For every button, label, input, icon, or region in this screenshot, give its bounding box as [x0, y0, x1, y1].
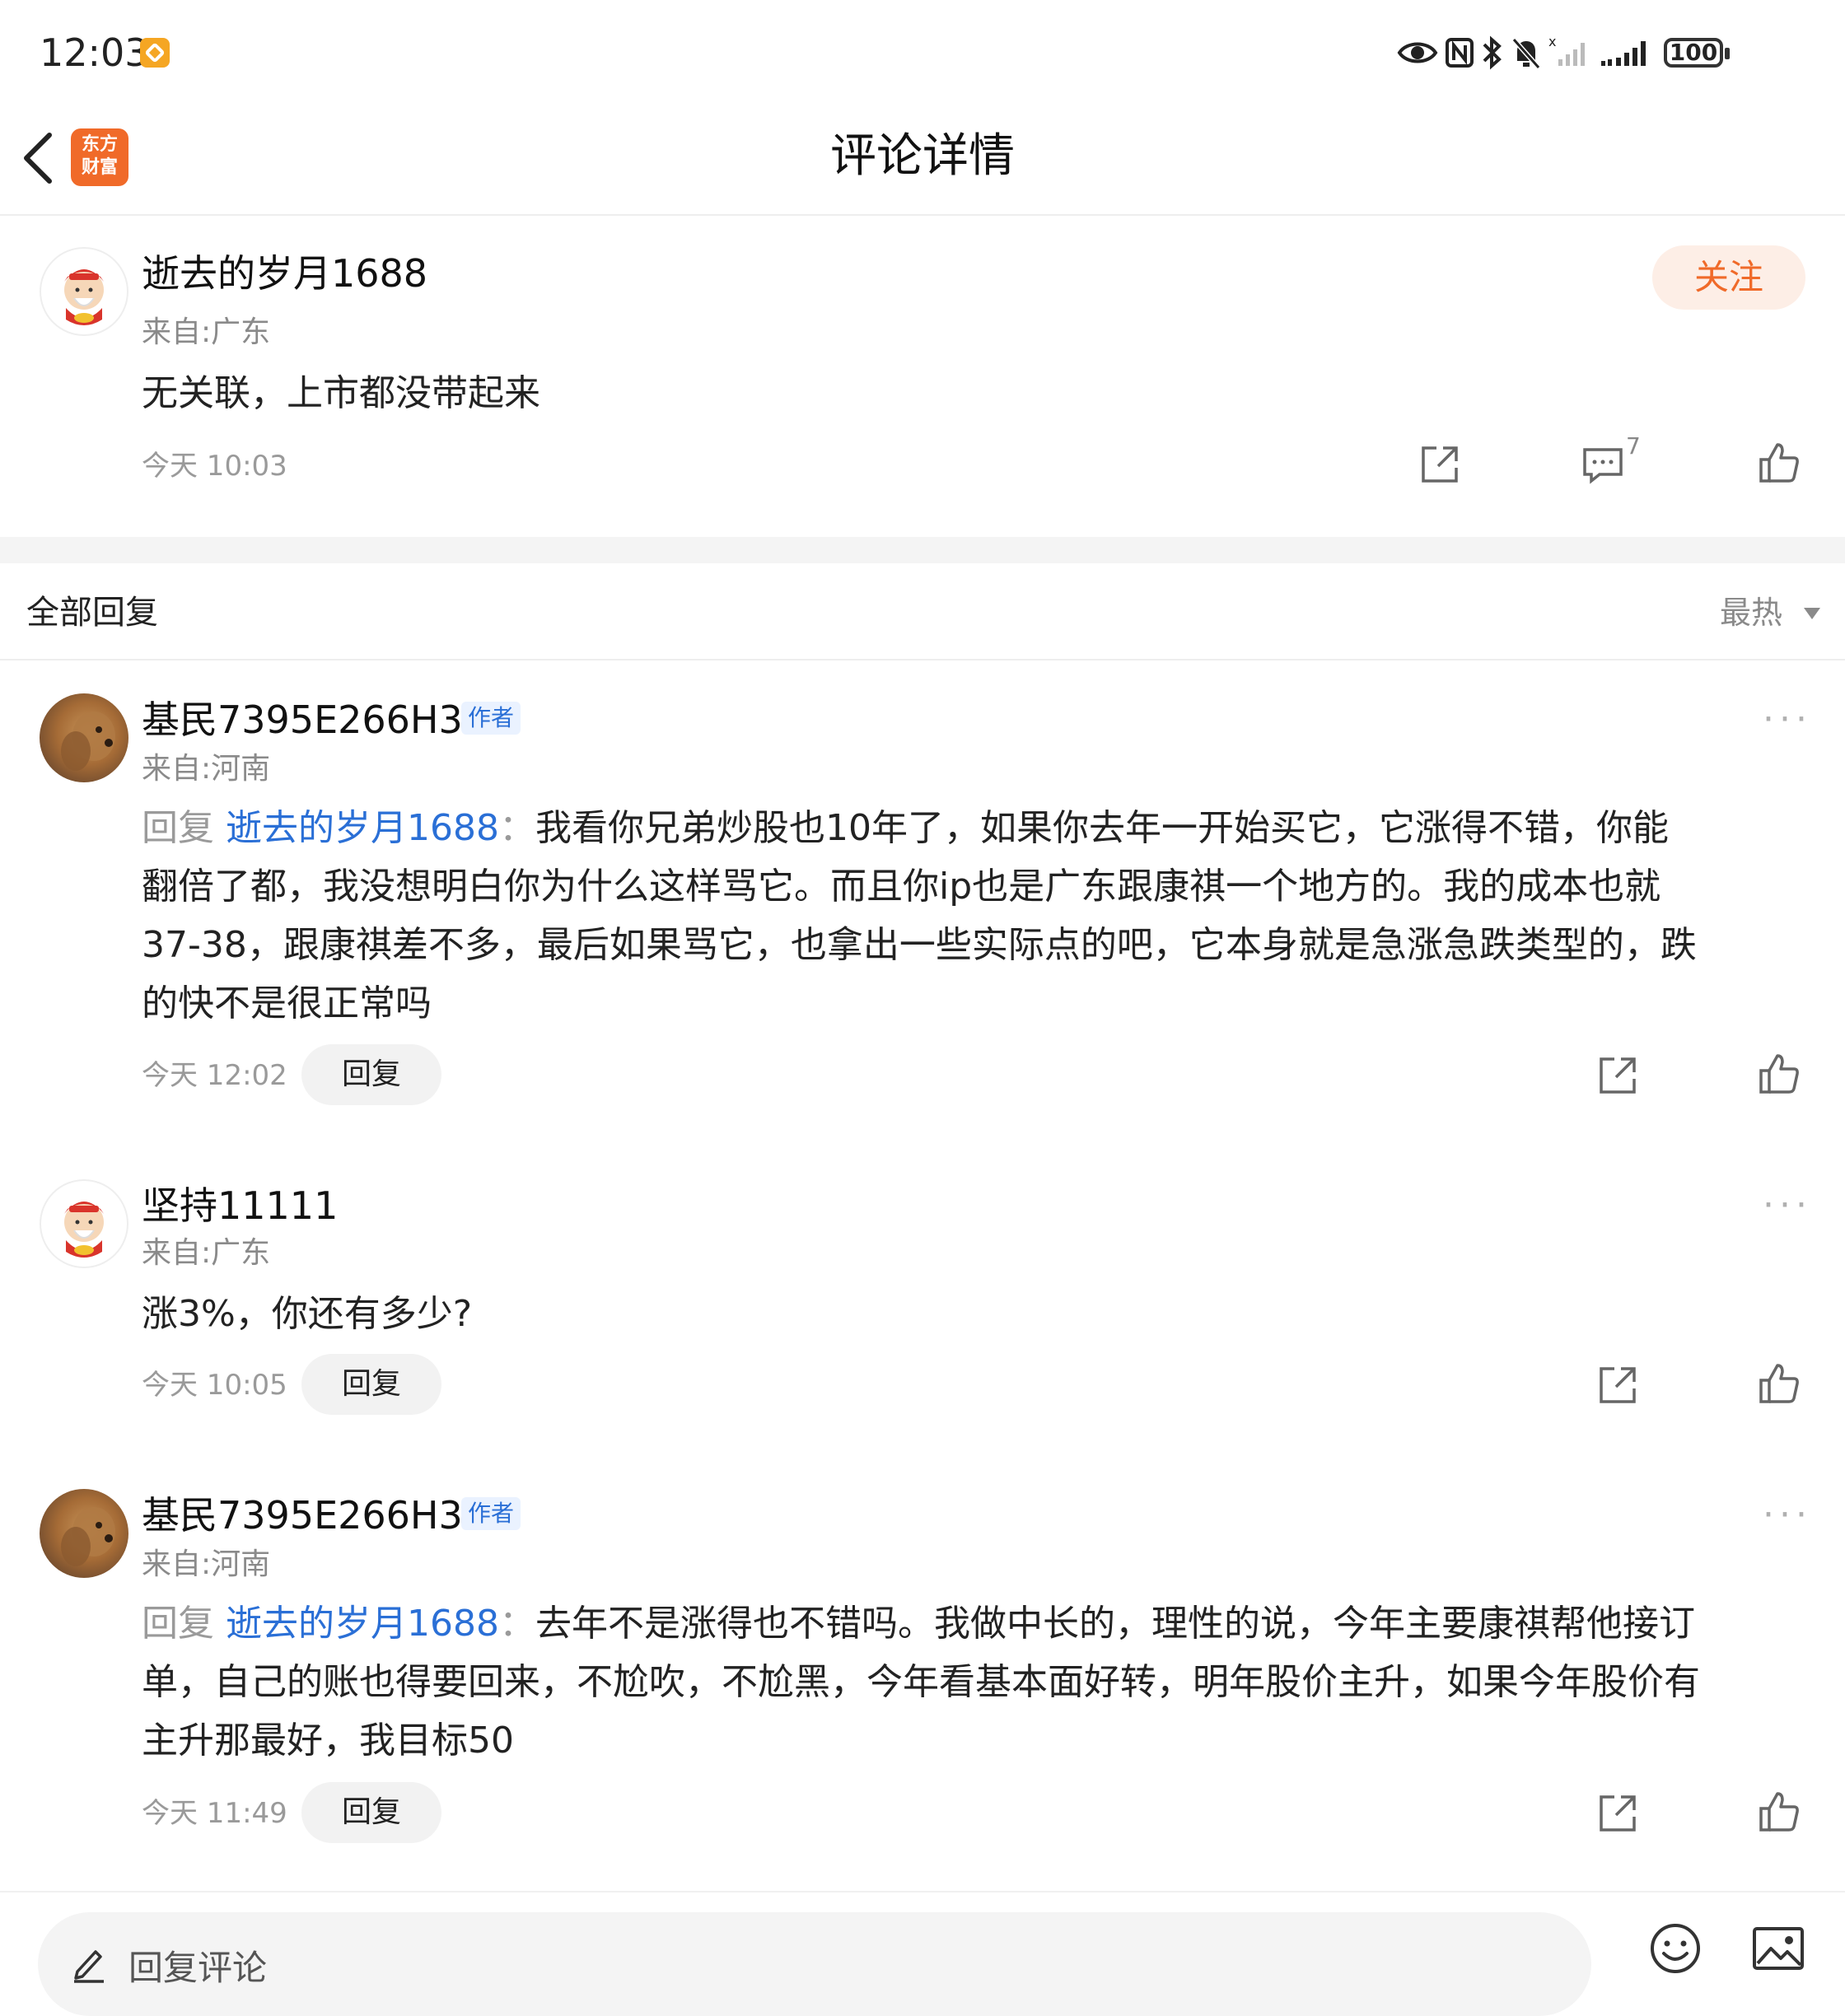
reply-button[interactable]: 回复: [301, 1354, 441, 1415]
reply-location: 来自:河南: [142, 1547, 271, 1581]
reply-time: 今天 12:02: [142, 1059, 287, 1092]
reply-text: 回复 逝去的岁月1688：去年不是涨得也不错吗。我做中长的，理性的说，今年主要康…: [142, 1594, 1814, 1770]
notification-app-icon: [140, 38, 170, 68]
comment-text: 无关联，上市都没带起来: [142, 372, 540, 414]
comment-author-name[interactable]: 逝去的岁月1688: [142, 249, 427, 298]
follow-button[interactable]: 关注: [1652, 245, 1805, 310]
battery-indicator: 100: [1664, 38, 1730, 68]
status-time: 12:03: [40, 30, 149, 75]
comment-count: 7: [1626, 432, 1641, 460]
reply-line: 翻倍了都，我没想明白你为什么这样骂它。而且你ip也是广东跟康祺一个地方的。我的成…: [142, 866, 1661, 908]
sort-dropdown[interactable]: 最热: [1720, 590, 1782, 636]
dropdown-arrow-icon[interactable]: [1804, 608, 1820, 619]
mute-bell-icon: [1511, 33, 1542, 72]
more-options-icon[interactable]: ···: [1763, 702, 1812, 738]
comment-location: 来自:广东: [142, 315, 271, 349]
reply-line: 的快不是很正常吗: [142, 982, 432, 1024]
reply-author-name[interactable]: 坚持11111: [142, 1181, 338, 1230]
reply-input-placeholder[interactable]: 回复评论: [128, 1945, 267, 1991]
reply-colon: ：: [498, 807, 535, 849]
page-title: 评论详情: [830, 129, 1015, 183]
author-badge: 作者: [461, 702, 521, 735]
reply-mention-link[interactable]: 逝去的岁月1688: [226, 807, 499, 849]
avatar[interactable]: [40, 1489, 128, 1578]
share-icon[interactable]: [1596, 1054, 1639, 1097]
bottom-divider: [0, 1891, 1845, 1892]
reply-prefix: 回复: [142, 1603, 214, 1645]
all-replies-heading: 全部回复: [26, 594, 158, 632]
eye-icon: [1397, 33, 1438, 72]
emoji-icon[interactable]: [1649, 1922, 1702, 1975]
pencil-icon: [71, 1944, 107, 1983]
reply-button[interactable]: 回复: [301, 1782, 441, 1843]
avatar[interactable]: [40, 693, 128, 782]
comment-icon[interactable]: [1581, 443, 1624, 486]
reply-text: 回复 逝去的岁月1688：我看你兄弟炒股也10年了，如果你去年一开始买它，它涨得…: [142, 799, 1814, 1033]
like-thumb-icon[interactable]: [1758, 1790, 1801, 1833]
signal-strength-icon: [1600, 33, 1656, 72]
reply-line: 单，自己的账也得要回来，不尬吹，不尬黑，今年看基本面好转，明年股价主升，如果今年…: [142, 1661, 1700, 1703]
reply-time: 今天 11:49: [142, 1797, 287, 1830]
reply-mention-link[interactable]: 逝去的岁月1688: [226, 1603, 499, 1645]
reply-location: 来自:河南: [142, 752, 271, 786]
like-thumb-icon[interactable]: [1758, 441, 1801, 484]
reply-colon: ：: [498, 1603, 535, 1645]
reply-line: 37-38，跟康祺差不多，最后如果骂它，也拿出一些实际点的吧，它本身就是急涨急跌…: [142, 924, 1697, 966]
share-icon[interactable]: [1596, 1792, 1639, 1835]
avatar[interactable]: [40, 247, 128, 336]
like-thumb-icon[interactable]: [1758, 1052, 1801, 1095]
nav-divider: [0, 214, 1845, 216]
reply-author-name[interactable]: 基民7395E266H3: [142, 1491, 463, 1540]
reply-button[interactable]: 回复: [301, 1044, 441, 1105]
more-options-icon[interactable]: ···: [1763, 1497, 1812, 1533]
reply-time: 今天 10:05: [142, 1369, 287, 1402]
reply-line: 主升那最好，我目标50: [142, 1720, 514, 1762]
image-icon[interactable]: [1751, 1924, 1805, 1973]
reply-prefix: 回复: [142, 807, 214, 849]
reply-input[interactable]: [38, 1912, 1591, 2016]
list-divider: [0, 659, 1845, 660]
section-divider: [0, 537, 1845, 563]
reply-line: 我看你兄弟炒股也10年了，如果你去年一开始买它，它涨得不错，你能: [535, 807, 1669, 849]
author-badge: 作者: [461, 1497, 521, 1530]
svg-text:x: x: [1548, 34, 1556, 49]
share-icon[interactable]: [1596, 1364, 1639, 1407]
reply-line: 去年不是涨得也不错吗。我做中长的，理性的说，今年主要康祺帮他接订: [535, 1603, 1695, 1645]
share-icon[interactable]: [1418, 443, 1461, 486]
comment-time: 今天 10:03: [142, 450, 287, 483]
like-thumb-icon[interactable]: [1758, 1362, 1801, 1405]
bluetooth-icon: [1479, 33, 1504, 72]
reply-author-name[interactable]: 基民7395E266H3: [142, 695, 463, 744]
nfc-icon: [1445, 33, 1474, 72]
reply-text: 涨3%，你还有多少?: [142, 1293, 473, 1335]
more-options-icon[interactable]: ···: [1763, 1188, 1812, 1224]
reply-location: 来自:广东: [142, 1236, 271, 1270]
signal-no-sim-icon: x: [1548, 33, 1591, 72]
avatar[interactable]: [40, 1179, 128, 1268]
